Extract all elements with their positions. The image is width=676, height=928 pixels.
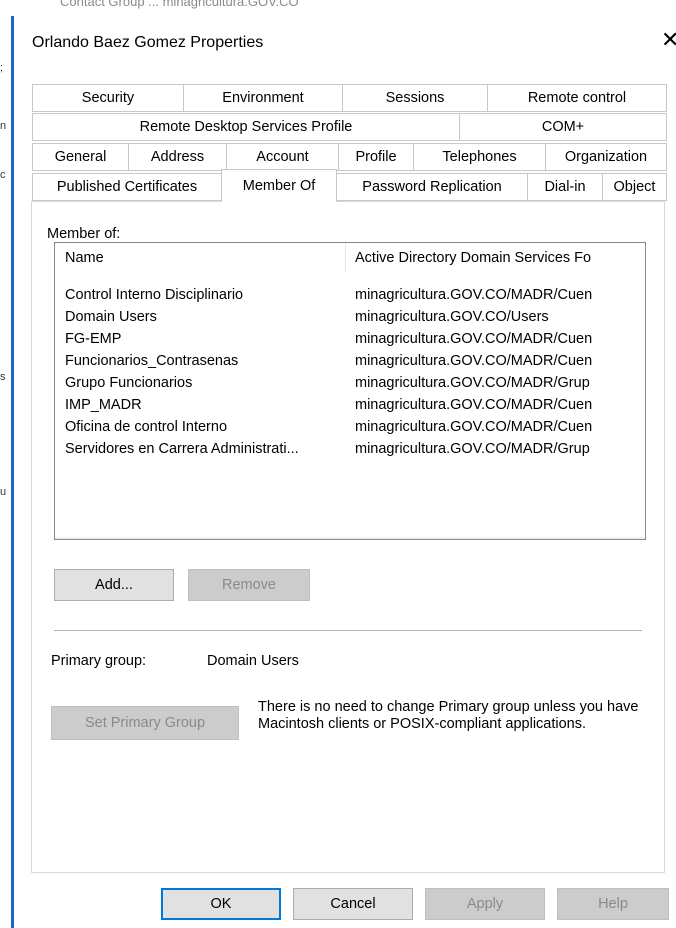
column-header-name[interactable]: Name (65, 250, 104, 266)
group-folder: minagricultura.GOV.CO/MADR/Cuen (355, 353, 593, 369)
apply-button[interactable]: Apply (425, 888, 545, 920)
list-item[interactable]: Grupo Funcionarios minagricultura.GOV.CO… (55, 375, 645, 397)
scrollbar-thumb[interactable] (77, 539, 523, 540)
group-name: Funcionarios_Contrasenas (65, 353, 239, 369)
dialog-title: Orlando Baez Gomez Properties (32, 34, 264, 51)
group-name: Oficina de control Interno (65, 419, 228, 435)
tab-object[interactable]: Object (602, 173, 667, 201)
tab-com-plus[interactable]: COM+ (459, 113, 667, 141)
tab-account[interactable]: Account (226, 143, 339, 171)
group-folder: minagricultura.GOV.CO/MADR/Cuen (355, 287, 593, 303)
cancel-button[interactable]: Cancel (293, 888, 413, 920)
horizontal-scrollbar[interactable]: < > (55, 537, 645, 540)
add-button[interactable]: Add... (54, 569, 174, 601)
background-fragment: c (0, 169, 6, 181)
tab-row-2: Remote Desktop Services Profile COM+ (18, 113, 676, 141)
primary-group-note: There is no need to change Primary group… (258, 699, 639, 732)
column-header-folder[interactable]: Active Directory Domain Services Fo (355, 250, 591, 266)
tab-member-of[interactable]: Member Of (221, 169, 337, 202)
member-of-list[interactable]: Name Active Directory Domain Services Fo… (54, 242, 646, 540)
background-window-text: Contact Group ... minagricultura.GOV.CO (60, 0, 299, 9)
tab-password-replication[interactable]: Password Replication (336, 173, 528, 201)
group-name: IMP_MADR (65, 397, 142, 413)
group-name: Domain Users (65, 309, 157, 325)
tab-address[interactable]: Address (128, 143, 227, 171)
member-of-label: Member of: (47, 226, 121, 242)
group-name: Control Interno Disciplinario (65, 287, 244, 303)
primary-group-value: Domain Users (207, 653, 299, 669)
tab-row-4: Published Certificates Member Of Passwor… (18, 169, 676, 202)
properties-dialog: Orlando Baez Gomez Properties ✕ Security… (18, 16, 676, 928)
ok-button[interactable]: OK (161, 888, 281, 920)
remove-button[interactable]: Remove (188, 569, 310, 601)
list-item[interactable]: Servidores en Carrera Administrati... mi… (55, 441, 645, 463)
group-folder: minagricultura.GOV.CO/MADR/Cuen (355, 397, 593, 413)
group-folder: minagricultura.GOV.CO/MADR/Cuen (355, 331, 593, 347)
group-name: FG-EMP (65, 331, 122, 347)
window-border (11, 16, 14, 928)
background-window-edge: ; n c s u (0, 16, 18, 928)
group-name: Grupo Funcionarios (65, 375, 193, 391)
list-item[interactable]: Funcionarios_Contrasenas minagricultura.… (55, 353, 645, 375)
background-fragment: n (0, 120, 7, 132)
background-fragment: s (0, 371, 6, 383)
group-folder: minagricultura.GOV.CO/MADR/Grup (355, 375, 590, 391)
list-item[interactable]: FG-EMP minagricultura.GOV.CO/MADR/Cuen (55, 331, 645, 353)
tab-remote-control[interactable]: Remote control (487, 84, 667, 112)
set-primary-group-button[interactable]: Set Primary Group (51, 706, 239, 740)
tab-sessions[interactable]: Sessions (342, 84, 488, 112)
tab-environment[interactable]: Environment (183, 84, 343, 112)
help-button[interactable]: Help (557, 888, 669, 920)
primary-group-label: Primary group: (51, 653, 147, 669)
close-icon[interactable]: ✕ (661, 29, 676, 51)
list-item[interactable]: Domain Users minagricultura.GOV.CO/Users (55, 309, 645, 331)
tab-published-certificates[interactable]: Published Certificates (32, 173, 222, 201)
tab-remote-desktop-services-profile[interactable]: Remote Desktop Services Profile (32, 113, 460, 141)
scroll-right-icon[interactable]: > (625, 537, 645, 539)
tab-general[interactable]: General (32, 143, 129, 171)
group-name: Servidores en Carrera Administrati... (65, 441, 299, 457)
background-fragment: u (0, 486, 7, 498)
group-folder: minagricultura.GOV.CO/MADR/Grup (355, 441, 590, 457)
list-header: Name Active Directory Domain Services Fo (55, 243, 645, 273)
background-fragment: ; (0, 62, 4, 74)
list-item[interactable]: IMP_MADR minagricultura.GOV.CO/MADR/Cuen (55, 397, 645, 419)
group-folder: minagricultura.GOV.CO/Users (355, 309, 549, 325)
section-divider (54, 630, 642, 631)
tab-profile[interactable]: Profile (338, 143, 414, 171)
background-window-strip: Contact Group ... minagricultura.GOV.CO (0, 0, 676, 16)
tab-dial-in[interactable]: Dial-in (527, 173, 603, 201)
list-item[interactable]: Oficina de control Interno minagricultur… (55, 419, 645, 441)
tab-row-3: General Address Account Profile Telephon… (18, 143, 676, 171)
tab-organization[interactable]: Organization (545, 143, 667, 171)
list-item[interactable]: Control Interno Disciplinario minagricul… (55, 287, 645, 309)
group-folder: minagricultura.GOV.CO/MADR/Cuen (355, 419, 593, 435)
column-divider[interactable] (345, 243, 346, 273)
tab-row-1: Security Environment Sessions Remote con… (18, 84, 676, 112)
tab-security[interactable]: Security (32, 84, 184, 112)
scroll-left-icon[interactable]: < (55, 537, 75, 539)
tab-telephones[interactable]: Telephones (413, 143, 546, 171)
